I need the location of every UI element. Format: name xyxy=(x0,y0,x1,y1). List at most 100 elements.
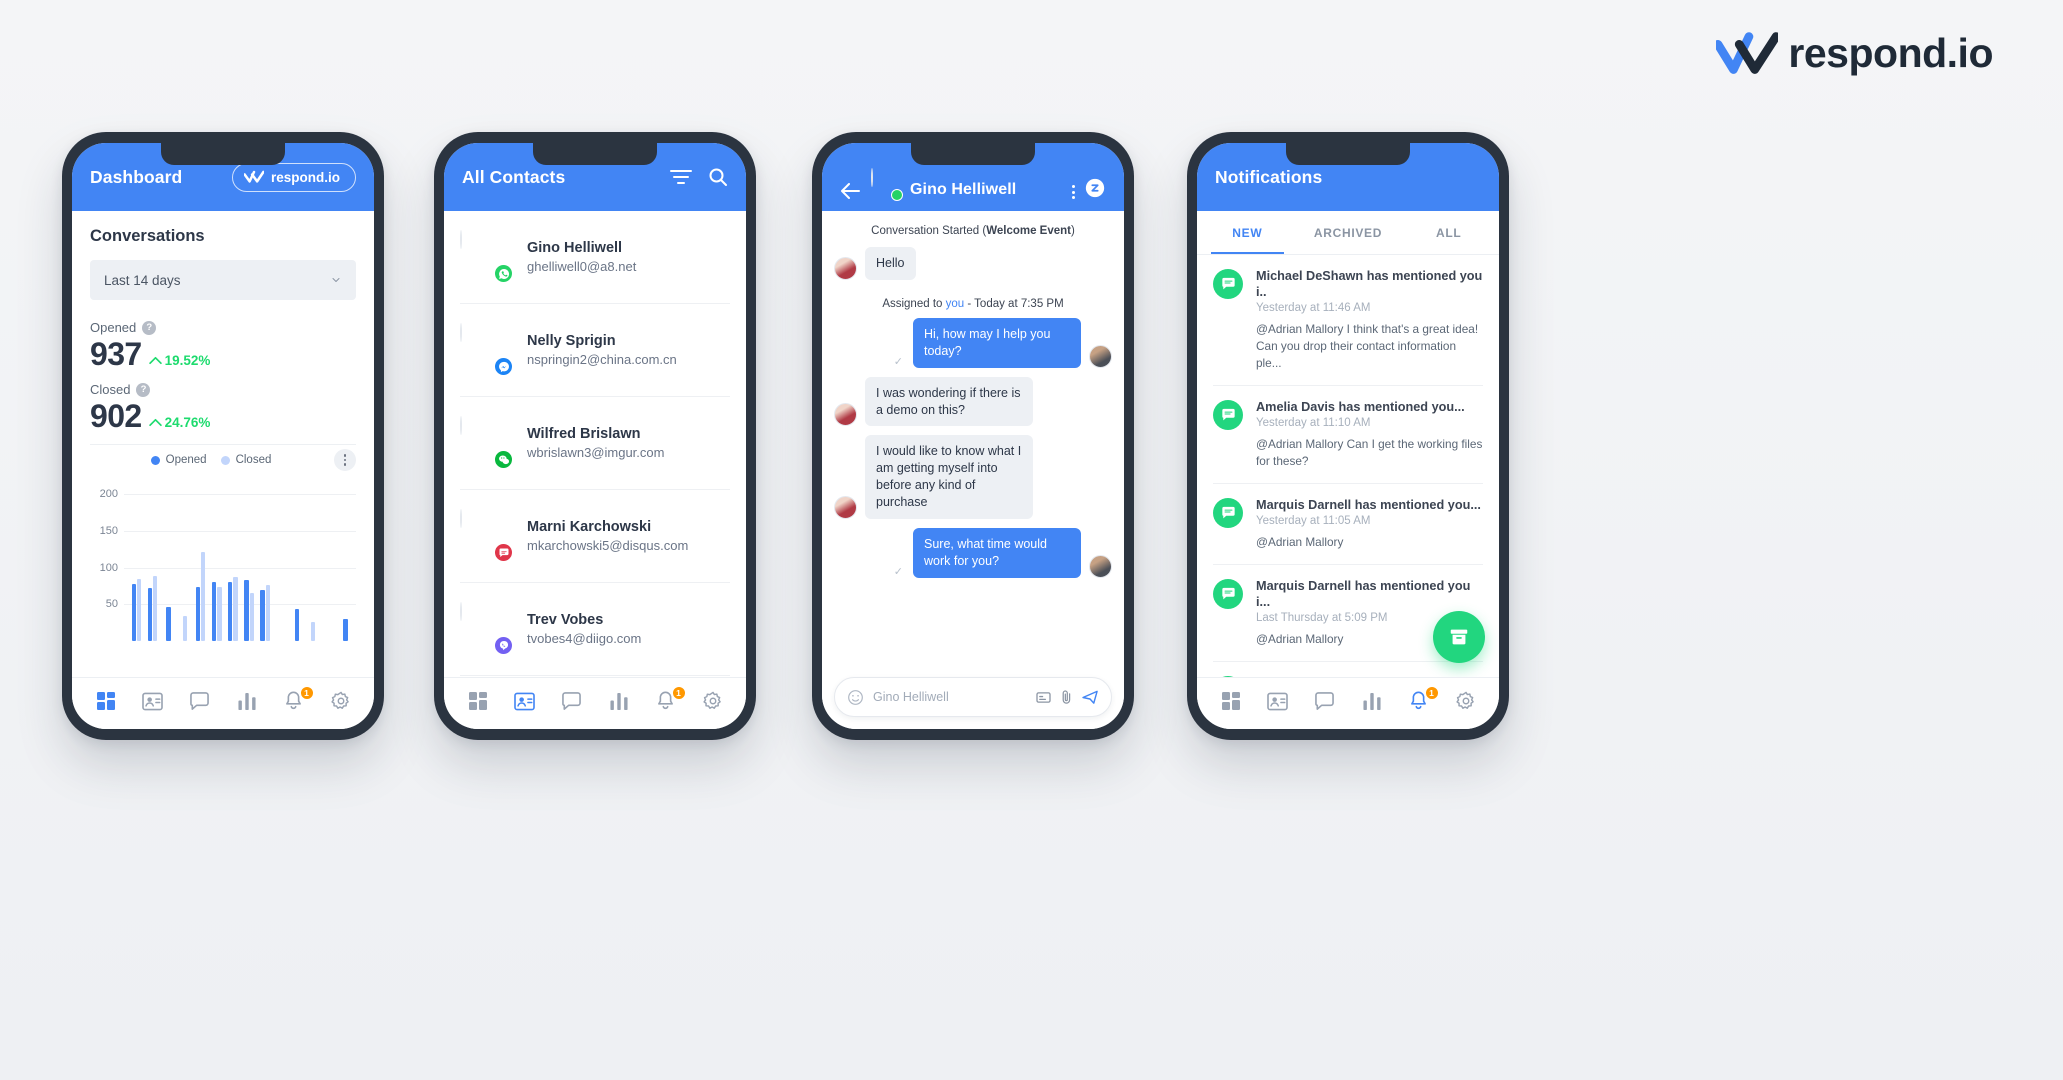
nav-item-settings[interactable] xyxy=(1451,689,1481,719)
notification-item[interactable]: Marquis Darnell has mentioned you... Yes… xyxy=(1213,484,1483,566)
chart-bar-closed xyxy=(233,577,238,641)
nav-item-messages[interactable] xyxy=(557,689,587,719)
notification-item[interactable]: Amelia Davis has mentioned you... Yester… xyxy=(1213,386,1483,485)
chart-bar-group xyxy=(194,476,207,641)
bar-chart-icon xyxy=(609,692,629,716)
bar-chart-icon xyxy=(237,692,257,716)
paperclip-icon[interactable] xyxy=(1060,689,1073,705)
message-composer[interactable]: Gino Helliwell xyxy=(834,677,1112,717)
nav-item-settings[interactable] xyxy=(698,689,728,719)
date-range-select[interactable]: Last 14 days xyxy=(90,260,356,300)
nav-item-notifications[interactable]: 1 xyxy=(279,685,314,719)
contact-text: Wilfred Brislawn wbrislawn3@imgur.com xyxy=(527,426,664,460)
contact-text: Gino Helliwell ghelliwell0@a8.net xyxy=(527,240,636,274)
nav-item-contacts[interactable] xyxy=(510,689,540,719)
chart-plot-area: 50 100 150 200 xyxy=(90,476,356,641)
contact-list-item[interactable]: Wilfred Brislawn wbrislawn3@imgur.com xyxy=(460,397,730,490)
nav-item-reports[interactable] xyxy=(604,689,634,719)
filter-icon[interactable] xyxy=(670,168,692,186)
message-bubble[interactable]: Hello xyxy=(865,247,916,280)
chart-bar-group xyxy=(259,476,272,641)
arrow-left-icon[interactable] xyxy=(840,183,860,199)
contact-email: ghelliwell0@a8.net xyxy=(527,259,637,274)
metric-opened-delta: 19.52% xyxy=(148,353,210,368)
chart-bar-group xyxy=(227,476,240,641)
chat-contact-avatar[interactable] xyxy=(871,168,903,201)
smiley-icon[interactable] xyxy=(847,689,864,706)
nav-item-messages[interactable] xyxy=(1310,689,1340,719)
message-bubble[interactable]: Sure, what time would work for you? xyxy=(913,527,1081,578)
nav-item-dashboard[interactable] xyxy=(91,689,121,719)
chart-bar-group xyxy=(178,476,191,641)
archive-icon xyxy=(1450,629,1468,645)
viber-badge-icon xyxy=(493,635,514,656)
nav-item-messages[interactable] xyxy=(185,689,215,719)
nav-item-dashboard[interactable] xyxy=(463,689,493,719)
search-icon[interactable] xyxy=(708,167,728,187)
phone-notch xyxy=(1286,143,1410,165)
snippet-icon[interactable] xyxy=(1036,691,1051,704)
nav-item-settings[interactable] xyxy=(326,689,356,719)
notification-body: @Adrian Mallory I think that's a great i… xyxy=(1256,321,1479,370)
chart-bar-group xyxy=(130,476,143,641)
nav-item-dashboard[interactable] xyxy=(1216,689,1246,719)
nav-item-reports[interactable] xyxy=(232,689,262,719)
notification-item[interactable]: Amelia Davis has mentioned you Last Thur… xyxy=(1213,662,1483,677)
chart-y-tick: 100 xyxy=(99,561,118,574)
question-mark-icon[interactable]: ? xyxy=(142,320,157,335)
metric-closed-delta: 24.76% xyxy=(148,415,210,430)
message-bubble[interactable]: I was wondering if there is a demo on th… xyxy=(865,376,1033,427)
message-bubble[interactable]: I would like to know what I am getting m… xyxy=(865,435,1033,519)
chat-bubble-icon xyxy=(1213,579,1243,610)
notification-body: @Adrian Mallory xyxy=(1256,534,1344,549)
contact-list-item[interactable]: Trev Vobes tvobes4@diigo.com xyxy=(460,583,730,676)
kebab-menu-icon[interactable] xyxy=(1072,185,1075,199)
tab-archived[interactable]: ARCHIVED xyxy=(1298,211,1399,254)
avatar xyxy=(460,323,514,377)
legend-opened-swatch xyxy=(150,455,160,465)
chat-bubble-icon xyxy=(189,691,210,716)
chart-legend: Opened Closed xyxy=(90,454,356,466)
brand-name: respond.io xyxy=(1788,30,1993,76)
notification-title: Amelia Davis has mentioned you... xyxy=(1256,400,1465,415)
chart-bar-group xyxy=(162,476,175,641)
chart-bar-closed xyxy=(311,621,316,641)
contact-list-item[interactable]: Marni Karchowski mkarchowski5@disqus.com xyxy=(460,490,730,583)
send-icon[interactable] xyxy=(1082,690,1099,705)
chat-bubble-icon xyxy=(1213,498,1243,529)
contact-email: mkarchowski5@disqus.com xyxy=(527,538,689,553)
chart-bar-closed xyxy=(217,587,222,641)
nav-item-contacts[interactable] xyxy=(138,689,168,719)
message-input[interactable]: Gino Helliwell xyxy=(873,690,1027,704)
nav-item-contacts[interactable] xyxy=(1263,689,1293,719)
contact-list-item[interactable]: Nelly Sprigin nspringin2@china.com.cn xyxy=(460,304,730,397)
nav-item-notifications[interactable]: 1 xyxy=(651,685,686,719)
avatar-image xyxy=(460,323,462,342)
bottom-nav: 1 xyxy=(72,677,374,729)
chart-bar-opened xyxy=(166,607,171,641)
contact-name: Marni Karchowski xyxy=(527,519,652,535)
chart-menu-button[interactable] xyxy=(334,449,356,471)
tab-new[interactable]: NEW xyxy=(1197,211,1298,254)
avatar xyxy=(834,256,857,280)
notification-item[interactable]: Michael DeShawn has mentioned you i.. Ye… xyxy=(1213,255,1483,387)
wechat-badge-icon xyxy=(493,449,514,470)
nav-badge: 1 xyxy=(1424,685,1439,700)
message-bubble[interactable]: Hi, how may I help you today? xyxy=(913,317,1081,368)
question-mark-icon[interactable]: ? xyxy=(136,382,151,397)
chart-bar-group xyxy=(291,476,304,641)
nav-item-notifications[interactable]: 1 xyxy=(1404,685,1439,719)
nav-item-reports[interactable] xyxy=(1357,689,1387,719)
contact-list-item[interactable]: Gino Helliwell ghelliwell0@a8.net xyxy=(460,211,730,304)
conversations-chart: Opened Closed 50 100 150 200 xyxy=(90,444,356,641)
workspace-pill[interactable]: respond.io xyxy=(231,162,356,192)
double-check-logo-icon xyxy=(1716,31,1779,74)
tab-all[interactable]: ALL xyxy=(1398,211,1499,254)
chart-bar-group xyxy=(243,476,256,641)
date-range-value: Last 14 days xyxy=(104,272,181,288)
clock-snooze-icon[interactable] xyxy=(1084,177,1106,199)
chat-bubble-icon xyxy=(1213,400,1243,431)
chart-bar-opened xyxy=(295,609,300,641)
page-title: Dashboard xyxy=(90,166,183,187)
archive-all-button[interactable] xyxy=(1433,611,1485,663)
